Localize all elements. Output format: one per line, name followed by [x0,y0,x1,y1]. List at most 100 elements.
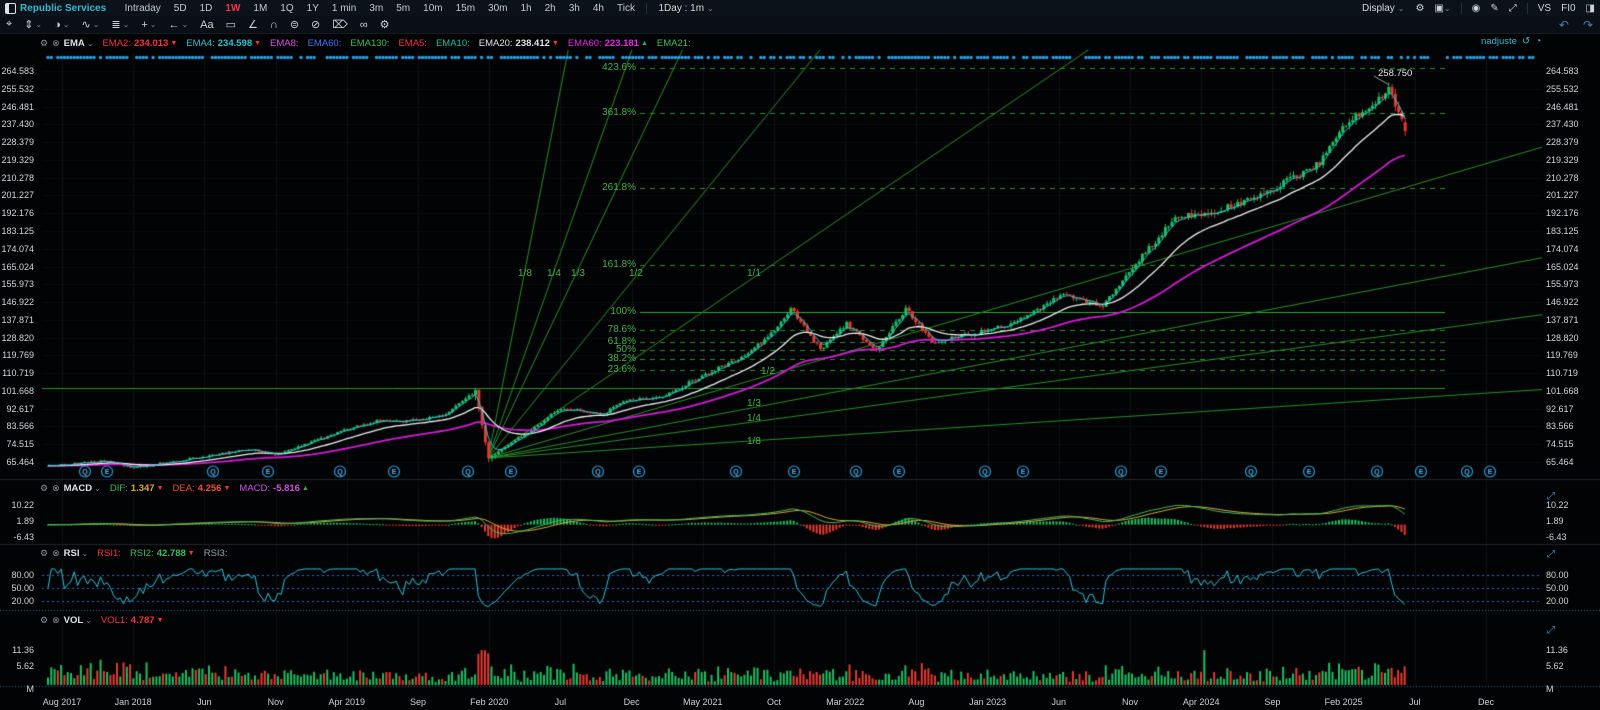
timeframe-30m[interactable]: 30m [482,3,514,14]
display-dropdown[interactable]: Display ⌄ [1356,3,1411,14]
layout-select-icon[interactable]: ▣⌄ [1429,3,1455,14]
fib-level-label: 361.8% [560,107,636,118]
legend-item-label: EMA20: [479,38,513,49]
timeframe-3m[interactable]: 3m [363,3,390,14]
window-icon[interactable] [5,3,16,14]
price-axis-label-right: 119.769 [1546,350,1578,360]
move-tool-icon[interactable]: ⌖ [0,18,18,31]
magnet-tool-icon[interactable]: ∩ [264,19,284,31]
price-axis-label-left: 264.583 [0,66,34,76]
angle-tool-icon[interactable]: ∠ [242,18,264,31]
arrow-tool-icon[interactable]: ←⌄ [162,19,194,31]
indicator-close-icon[interactable]: ⊗ [52,548,60,559]
legend-item-value: 42.788 [157,548,186,559]
indicator-settings-icon[interactable]: ⚙ [40,548,48,559]
fi-button[interactable]: FI0 [1556,3,1580,14]
vs-compare-button[interactable]: VS [1533,3,1556,14]
timeframe-2h[interactable]: 2h [538,3,562,14]
screenshot-icon[interactable]: ◉ [1467,3,1486,14]
adjust-mode[interactable]: nadjuste ↺ ◔ [1481,36,1541,47]
timeframe-1D[interactable]: 1D [193,3,219,14]
price-axis-label-left: 83.566 [0,421,34,431]
line-tool-icon[interactable]: ⇕⌄ [18,18,48,31]
refresh-icon[interactable]: ↺ [1522,36,1530,47]
timeframe-Intraday[interactable]: Intraday [118,3,167,14]
timeframe-1min[interactable]: 1 min [325,3,362,14]
text-tool-icon[interactable]: Aa [194,19,219,31]
macd-legend: ⚙⊗MACD⌄DIF:1.347▼DEA:4.256▼MACD:-5.816▲ [40,481,309,495]
timeframe-15m[interactable]: 15m [449,3,481,14]
up-arrow-icon: ▲ [641,40,648,47]
link-tool-icon[interactable]: ∞ [354,19,374,31]
date-axis-label: Apr 2024 [1171,697,1231,707]
channel-tool-icon[interactable]: ≣⌄ [105,18,135,31]
legend-item-value: 223.181 [605,38,639,49]
comment-tool-icon[interactable]: ▭ [220,18,242,31]
legend-item-label: EMA60: [308,38,342,49]
hide-tool-icon[interactable]: ⊘ [305,18,326,31]
timeframe-1Q[interactable]: 1Q [274,3,300,14]
peak-price-label: 258.750 [1378,68,1412,79]
clock-icon[interactable]: ◔ [1535,36,1541,47]
top-toolbar: Republic Services Intraday5D1D1W1M1Q1Y1 … [0,0,1600,16]
price-axis-label-left: 155.973 [0,279,34,289]
date-axis-label: Apr 2019 [317,697,377,707]
measure-tool-icon[interactable]: +⌄ [135,19,162,31]
legend-item-value: 234.013 [134,38,168,49]
down-arrow-icon: ▼ [254,40,261,47]
timeframe-1h[interactable]: 1h [514,3,538,14]
wave-tool-icon[interactable]: ∿⌄ [75,18,105,31]
fib-level-label: 23.6% [560,364,636,375]
gann-fan-label: 1/2 [629,268,643,279]
indicator-close-icon[interactable]: ⊗ [52,483,60,494]
price-axis-label-left: 219.329 [0,155,34,165]
timeframe-1W[interactable]: 1W [219,3,247,14]
timeframe-Tick[interactable]: Tick [611,3,642,14]
date-axis-label: Jul [530,697,590,707]
indicator-close-icon[interactable]: ⊗ [52,38,60,49]
fullscreen-icon[interactable]: ⤢ [1504,3,1522,14]
timeframe-4h[interactable]: 4h [586,3,610,14]
timeframe-5D[interactable]: 5D [167,3,193,14]
macd-expand-icon[interactable]: ⤢ [1547,491,1555,502]
gann-fan-label: 1/8 [518,268,532,279]
chevron-down-icon: ⌄ [85,616,92,625]
edit-icon[interactable]: ✎ [1485,3,1503,14]
price-axis-label-left: 110.719 [0,368,34,378]
timeframe-1M[interactable]: 1M [247,3,274,14]
indicator-settings-icon[interactable]: ⚙ [1411,3,1430,14]
shape-tool-icon[interactable]: ◑⌄ [48,19,75,31]
price-axis-label-right: 101.668 [1546,386,1579,396]
price-axis-label-right: 165.024 [1546,262,1579,272]
tool-settings-icon[interactable]: ⚙ [374,18,396,31]
date-axis-label: Dec [602,697,662,707]
toolbar-divider [1461,3,1462,14]
date-axis-label: Jun [1029,697,1089,707]
indicator-settings-icon[interactable]: ⚙ [40,483,48,494]
rsi-expand-icon[interactable]: ⤢ [1547,549,1555,560]
down-arrow-icon: ▼ [157,485,164,492]
panel-axis-label-right: 1.89 [1546,516,1564,526]
compare-tool-icon[interactable]: ⊜ [284,18,305,31]
indicator-settings-icon[interactable]: ⚙ [40,615,48,626]
price-axis-label-left: 101.668 [0,386,34,396]
date-axis-label: Feb 2020 [459,697,519,707]
indicator-settings-icon[interactable]: ⚙ [40,38,48,49]
vol-expand-icon[interactable]: ⤢ [1547,625,1555,636]
delete-tool-icon[interactable]: ⌦ [326,18,354,31]
panel-axis-label-right: 80.00 [1546,570,1569,580]
date-axis-label: Feb 2025 [1314,697,1374,707]
timeframe-3h[interactable]: 3h [562,3,586,14]
timeframe-5m[interactable]: 5m [390,3,417,14]
symbol-name[interactable]: Republic Services [20,3,106,14]
indicator-close-icon[interactable]: ⊗ [52,615,60,626]
price-axis-label-left: 255.532 [0,84,34,94]
candle-interval-dropdown[interactable]: 1Day : 1m ⌄ [652,3,719,14]
timeframe-10m[interactable]: 10m [417,3,449,14]
sidebar-toggle-icon[interactable]: ◨ [1581,3,1600,14]
timeframe-1Y[interactable]: 1Y [300,3,325,14]
chart-canvas[interactable] [0,0,1600,710]
drawing-toolbar: ⌖⇕⌄◑⌄∿⌄≣⌄+⌄←⌄Aa▭∠∩⊜⊘⌦∞⚙ ↶ ↷ [0,16,1600,34]
redo-icon[interactable]: ↷ [1576,18,1600,32]
undo-icon[interactable]: ↶ [1552,18,1576,32]
